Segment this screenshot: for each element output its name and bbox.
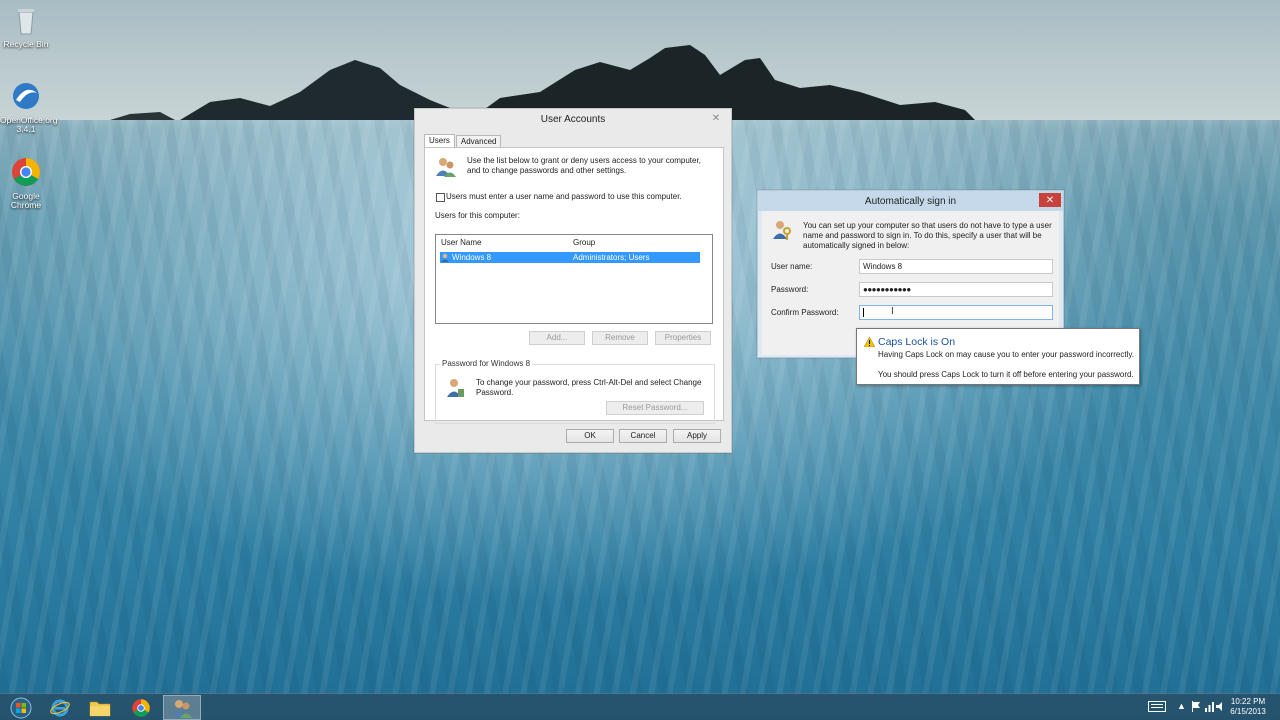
network-icon[interactable] xyxy=(1204,701,1215,714)
clock-time: 10:22 PM xyxy=(1230,697,1266,706)
recycle-bin-icon xyxy=(18,9,34,35)
intro-text: You can set up your computer so that use… xyxy=(803,221,1052,250)
text-caret xyxy=(863,308,864,317)
window-title: User Accounts xyxy=(540,113,606,125)
tooltip-line-2: You should press Caps Lock to turn it of… xyxy=(878,370,1134,379)
users-icon xyxy=(436,158,456,177)
chrome-icon xyxy=(132,698,150,717)
require-login-label: Users must enter a user name and passwor… xyxy=(446,192,682,201)
reset-password-button[interactable]: Reset Password... xyxy=(606,401,704,415)
username-field[interactable]: Windows 8 xyxy=(859,259,1053,274)
clock-date: 6/15/2013 xyxy=(1230,707,1266,716)
user-key-icon xyxy=(447,379,464,397)
password-groupbox: Password for Windows 8 To change your pa… xyxy=(435,359,715,424)
apply-button[interactable]: Apply xyxy=(673,429,721,443)
caps-lock-tooltip: Caps Lock is On Having Caps Lock on may … xyxy=(856,328,1140,385)
internet-explorer-icon xyxy=(50,699,70,716)
add-user-button[interactable]: Add... xyxy=(529,331,585,345)
user-icon xyxy=(441,253,449,262)
user-accounts-icon xyxy=(172,699,192,718)
password-label: Password: xyxy=(771,285,809,294)
cancel-button[interactable]: Cancel xyxy=(619,429,667,443)
taskbar-user-accounts[interactable] xyxy=(163,695,201,720)
desktop-icon-label: OpenOffice.org 3.4.1 xyxy=(0,115,58,134)
show-hidden-icons-icon[interactable]: ▲ xyxy=(1177,701,1186,711)
clock[interactable]: 10:22 PM 6/15/2013 xyxy=(1228,697,1268,717)
close-button[interactable]: ✕ xyxy=(707,111,725,125)
chrome-icon xyxy=(12,158,40,186)
volume-icon[interactable] xyxy=(1216,701,1227,714)
desktop-icon-recycle-bin[interactable]: Recycle Bin xyxy=(0,4,52,49)
ibeam-cursor-icon: I xyxy=(891,306,894,317)
desktop-icon-label: Recycle Bin xyxy=(3,39,49,49)
close-icon: ✕ xyxy=(711,112,721,124)
username-label: User name: xyxy=(771,262,813,271)
row-username: Windows 8 xyxy=(452,253,492,262)
column-header-username[interactable]: User Name xyxy=(441,238,481,247)
desktop-icon-label: Google Chrome xyxy=(10,191,42,210)
keyboard-icon[interactable] xyxy=(1148,701,1166,714)
password-field[interactable]: ●●●●●●●●●●● xyxy=(859,282,1053,297)
flag-icon[interactable] xyxy=(1191,701,1201,714)
confirm-password-label: Confirm Password: xyxy=(771,308,839,317)
close-icon: ✕ xyxy=(1045,194,1055,206)
user-accounts-window: User Accounts ✕ Users Advanced Use the l… xyxy=(414,108,732,453)
password-instructions: To change your password, press Ctrl-Alt-… xyxy=(476,378,702,397)
tooltip-line-1: Having Caps Lock on may cause you to ent… xyxy=(878,350,1134,359)
properties-button[interactable]: Properties xyxy=(655,331,711,345)
user-keys-icon xyxy=(773,221,791,240)
window-titlebar[interactable]: User Accounts ✕ xyxy=(415,109,731,129)
users-list-label: Users for this computer: xyxy=(435,211,520,220)
taskbar-internet-explorer[interactable] xyxy=(41,695,79,720)
openoffice-icon xyxy=(13,83,39,109)
tab-users[interactable]: Users xyxy=(424,134,455,148)
close-button[interactable]: ✕ xyxy=(1039,193,1061,207)
file-explorer-icon xyxy=(89,701,111,716)
tooltip-title: Caps Lock is On xyxy=(878,336,956,348)
remove-user-button[interactable]: Remove xyxy=(592,331,648,345)
desktop-icon-chrome[interactable]: Google Chrome xyxy=(0,156,52,210)
table-row[interactable]: Windows 8 Administrators; Users xyxy=(440,252,700,263)
confirm-password-field[interactable] xyxy=(859,305,1053,320)
ok-button[interactable]: OK xyxy=(566,429,614,443)
row-group: Administrators; Users xyxy=(573,253,650,262)
start-icon xyxy=(10,697,32,718)
column-header-group[interactable]: Group xyxy=(573,238,595,247)
taskbar: ▲ 10:22 PM 6/15/2013 xyxy=(0,693,1280,720)
require-login-checkbox[interactable] xyxy=(436,193,445,202)
users-list[interactable]: User Name Group Windows 8 Administrators… xyxy=(435,234,713,324)
taskbar-file-explorer[interactable] xyxy=(81,695,119,720)
window-titlebar[interactable]: Automatically sign in ✕ xyxy=(758,191,1063,211)
intro-text: Use the list below to grant or deny user… xyxy=(467,156,701,175)
start-button[interactable] xyxy=(2,695,40,720)
users-tab-panel: Use the list below to grant or deny user… xyxy=(424,147,724,424)
taskbar-chrome[interactable] xyxy=(122,695,160,720)
warning-icon xyxy=(864,337,875,347)
window-title: Automatically sign in xyxy=(864,195,957,207)
desktop-icon-openoffice[interactable]: OpenOffice.org 3.4.1 xyxy=(0,80,58,134)
password-group-label: Password for Windows 8 xyxy=(440,359,533,368)
